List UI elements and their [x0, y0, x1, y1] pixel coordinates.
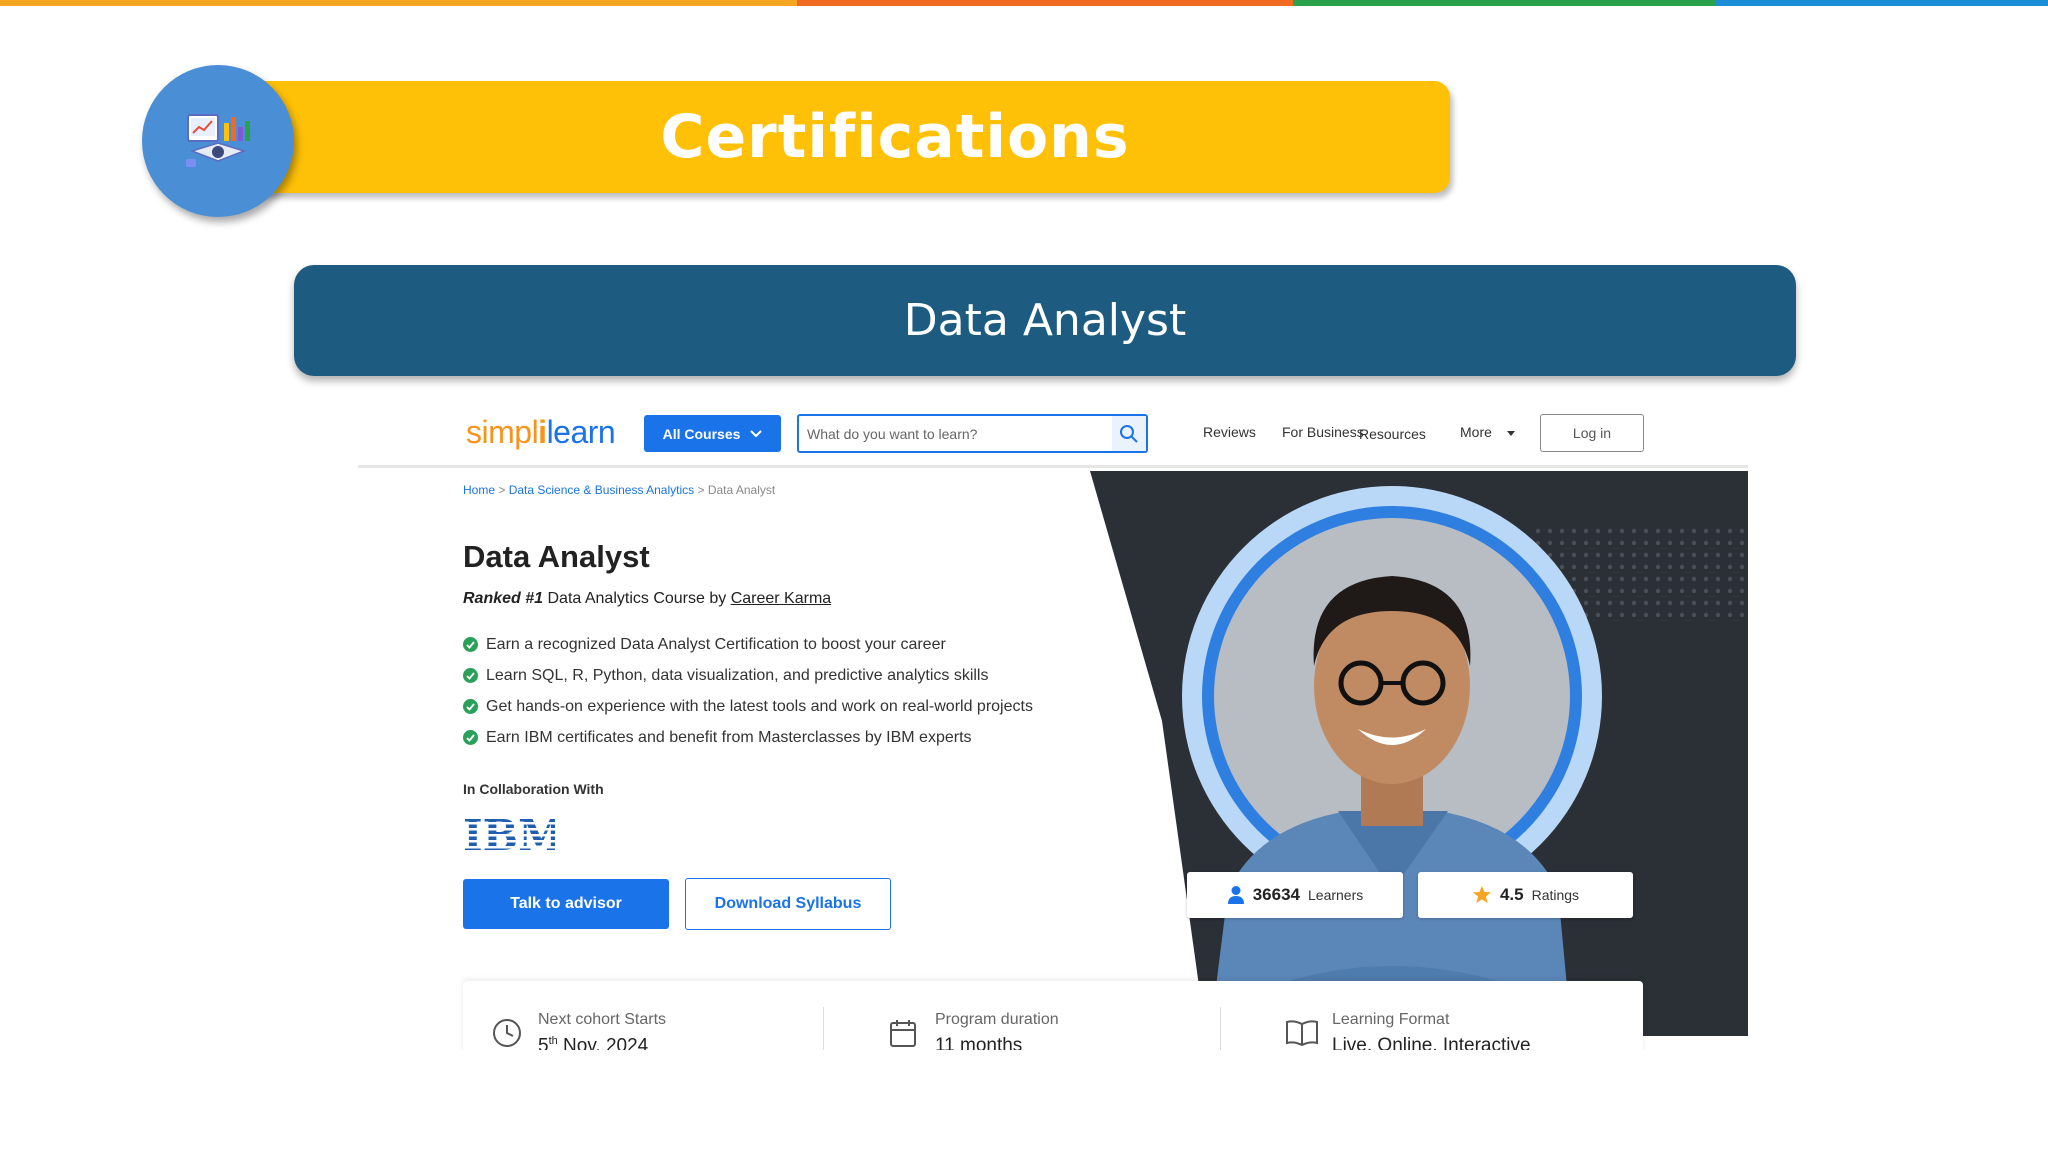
search-box	[797, 414, 1148, 453]
ibm-logo: IBM	[463, 814, 555, 854]
cohort-day: 5	[538, 1035, 549, 1050]
list-item: Earn IBM certificates and benefit from M…	[463, 722, 1033, 753]
learners-label: Learners	[1308, 887, 1364, 903]
check-circle-icon	[463, 668, 478, 683]
talk-to-advisor-label: Talk to advisor	[510, 895, 622, 912]
top-color-strip	[0, 0, 2048, 6]
talk-to-advisor-button[interactable]: Talk to advisor	[463, 879, 669, 929]
title-banner: Certifications	[240, 81, 1450, 193]
list-item: Get hands-on experience with the latest …	[463, 691, 1033, 722]
slide-subtitle: Data Analyst	[903, 295, 1187, 346]
breadcrumb-separator: >	[694, 483, 708, 497]
check-circle-icon	[463, 637, 478, 652]
course-title: Data Analyst	[463, 539, 650, 574]
cohort-month-year: Nov, 2024	[557, 1035, 649, 1050]
format-value: Live, Online, Interactive	[1332, 1035, 1531, 1050]
ratings-card: 4.5 Ratings	[1418, 872, 1633, 918]
highlight-text: Learn SQL, R, Python, data visualization…	[486, 666, 989, 684]
highlight-text: Earn IBM certificates and benefit from M…	[486, 728, 972, 746]
chevron-down-icon	[750, 429, 763, 437]
simplilearn-logo[interactable]: simplilearn	[466, 414, 616, 451]
breadcrumb-current: Data Analyst	[707, 483, 776, 497]
course-highlights: Earn a recognized Data Analyst Certifica…	[463, 629, 1033, 753]
format-info: Learning Format Live, Online, Interactiv…	[1286, 1011, 1531, 1050]
nav-for-business[interactable]: For Business	[1282, 424, 1364, 440]
nav-reviews[interactable]: Reviews	[1203, 424, 1256, 440]
cohort-value: 5th Nov, 2024	[538, 1035, 666, 1050]
download-syllabus-label: Download Syllabus	[714, 895, 862, 912]
cohort-day-suffix: th	[548, 1035, 558, 1047]
highlight-text: Earn a recognized Data Analyst Certifica…	[486, 635, 946, 653]
caret-down-icon	[1507, 431, 1515, 436]
strip-segment-red-orange	[797, 0, 1293, 6]
course-page-screenshot: simplilearn All Courses Reviews For Busi…	[358, 396, 1748, 1050]
section-badge	[142, 65, 294, 217]
nav-more[interactable]: More	[1460, 424, 1492, 440]
strip-segment-orange	[0, 0, 797, 6]
user-icon	[1227, 886, 1244, 904]
site-navbar: simplilearn All Courses Reviews For Busi…	[358, 396, 1748, 468]
search-input[interactable]	[807, 424, 1107, 444]
cohort-info: Next cohort Starts 5th Nov, 2024	[493, 1011, 667, 1050]
star-icon	[1472, 886, 1491, 903]
open-book-icon	[1286, 1020, 1318, 1047]
strip-segment-green	[1293, 0, 1715, 6]
search-icon	[1120, 424, 1138, 443]
ranked-line: Ranked #1 Data Analytics Course by Caree…	[463, 590, 831, 608]
career-karma-link[interactable]: Career Karma	[731, 590, 831, 607]
ratings-label: Ratings	[1531, 887, 1580, 903]
clock-icon	[493, 1019, 521, 1047]
download-syllabus-button[interactable]: Download Syllabus	[685, 878, 891, 930]
logo-part-1: simpl	[466, 414, 539, 450]
all-courses-button[interactable]: All Courses	[644, 415, 781, 452]
all-courses-label: All Courses	[662, 425, 741, 442]
strip-segment-blue	[1715, 0, 2048, 6]
nav-resources[interactable]: Resources	[1359, 426, 1426, 442]
subtitle-banner: Data Analyst	[294, 265, 1796, 376]
calendar-icon	[890, 1020, 916, 1047]
breadcrumb-home[interactable]: Home	[463, 483, 495, 497]
check-circle-icon	[463, 699, 478, 714]
list-item: Learn SQL, R, Python, data visualization…	[463, 660, 1033, 691]
login-button[interactable]: Log in	[1540, 414, 1644, 452]
learners-count: 36634	[1252, 885, 1300, 904]
rating-value: 4.5	[1499, 885, 1524, 904]
breadcrumb: Home > Data Science & Business Analytics…	[463, 483, 775, 497]
list-item: Earn a recognized Data Analyst Certifica…	[463, 629, 1033, 660]
login-label: Log in	[1572, 425, 1612, 441]
breadcrumb-category[interactable]: Data Science & Business Analytics	[509, 483, 694, 497]
duration-value: 11 months	[935, 1035, 1023, 1050]
logo-bar: i	[538, 414, 547, 450]
program-info-bar: Next cohort Starts 5th Nov, 2024 Program…	[463, 981, 1643, 1050]
logo-part-2: learn	[546, 414, 616, 450]
slide-title: Certifications	[660, 102, 1130, 172]
analytics-dashboard-icon	[186, 114, 250, 167]
divider	[1220, 1007, 1221, 1050]
breadcrumb-separator: >	[495, 483, 509, 497]
duration-label: Program duration	[935, 1011, 1059, 1028]
duration-info: Program duration 11 months	[890, 1011, 1059, 1050]
search-button[interactable]	[1112, 416, 1146, 451]
ranked-prefix: Ranked #1	[463, 590, 544, 607]
learners-card: 36634 Learners	[1187, 872, 1403, 918]
divider	[823, 1007, 824, 1050]
ranked-middle: Data Analytics Course by	[543, 590, 731, 607]
collaboration-label: In Collaboration With	[463, 781, 604, 797]
format-label: Learning Format	[1332, 1011, 1450, 1028]
check-circle-icon	[463, 730, 478, 745]
cohort-label: Next cohort Starts	[538, 1011, 667, 1028]
highlight-text: Get hands-on experience with the latest …	[486, 697, 1033, 715]
